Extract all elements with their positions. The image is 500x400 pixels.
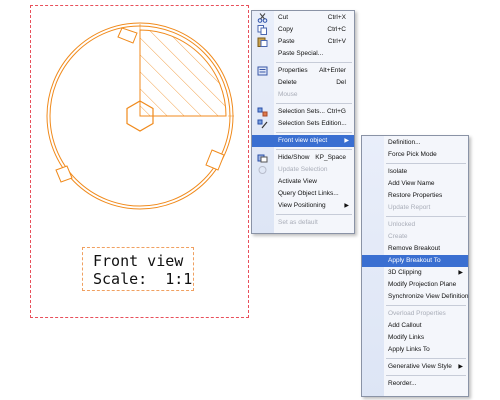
- submenu-item-apply-breakout-to[interactable]: Apply Breakout To: [362, 255, 468, 267]
- submenu-item-generative-view-style[interactable]: Generative View Style ▶: [362, 361, 468, 373]
- menu-separator: [386, 163, 466, 164]
- submenu-item-unlocked[interactable]: Unlocked: [362, 219, 468, 231]
- submenu-item-synchronize-view-definition[interactable]: Synchronize View Definition: [362, 291, 468, 303]
- submenu-item-force-pick-mode[interactable]: Force Pick Mode: [362, 149, 468, 161]
- notch-left: [55, 165, 73, 183]
- submenu-item-remove-breakout[interactable]: Remove Breakout: [362, 243, 468, 255]
- copy-icon: [257, 25, 267, 35]
- menu-item-front-view-object[interactable]: Front view object ▶: [252, 135, 354, 147]
- submenu-item-add-callout[interactable]: Add Callout: [362, 320, 468, 332]
- front-view-object-submenu: Definition... Force Pick Mode Isolate Ad…: [361, 135, 469, 397]
- hide-show-icon: [257, 154, 268, 163]
- paste-icon: [257, 37, 268, 47]
- submenu-item-3d-clipping[interactable]: 3D Clipping ▶: [362, 267, 468, 279]
- hatched-section: [139, 29, 227, 117]
- menu-item-hide-show[interactable]: Hide/Show KP_Space: [252, 152, 354, 164]
- menu-item-view-positioning[interactable]: View Positioning ▶: [252, 200, 354, 212]
- notch-top: [117, 27, 138, 44]
- menu-item-set-as-default[interactable]: Set as default: [252, 217, 354, 229]
- menu-item-mouse[interactable]: Mouse: [252, 89, 354, 101]
- selection-sets-edit-icon: [257, 119, 268, 129]
- submenu-item-isolate[interactable]: Isolate: [362, 166, 468, 178]
- update-icon: [258, 166, 267, 174]
- submenu-item-create[interactable]: Create: [362, 231, 468, 243]
- view-name-text: Front view: [93, 252, 184, 270]
- menu-separator: [386, 375, 466, 376]
- submenu-arrow-icon: ▶: [458, 270, 463, 276]
- context-menu: Cut Ctrl+X Copy Ctrl+C Paste Ctrl+V Past…: [251, 10, 355, 234]
- menu-separator: [276, 103, 352, 104]
- menu-separator: [276, 132, 352, 133]
- menu-separator: [276, 214, 352, 215]
- menu-item-selection-sets-edition[interactable]: Selection Sets Edition...: [252, 118, 354, 130]
- menu-item-query-object-links[interactable]: Query Object Links...: [252, 188, 354, 200]
- menu-item-paste[interactable]: Paste Ctrl+V: [252, 36, 354, 48]
- menu-item-activate-view[interactable]: Activate View: [252, 176, 354, 188]
- menu-item-update-selection[interactable]: Update Selection: [252, 164, 354, 176]
- menu-item-cut[interactable]: Cut Ctrl+X: [252, 12, 354, 24]
- menu-item-selection-sets[interactable]: Selection Sets... Ctrl+G: [252, 106, 354, 118]
- menu-item-delete[interactable]: Delete Del: [252, 77, 354, 89]
- properties-icon: [257, 66, 268, 76]
- submenu-arrow-icon: ▶: [344, 138, 349, 144]
- menu-separator: [276, 62, 352, 63]
- menu-separator: [386, 358, 466, 359]
- submenu-arrow-icon: ▶: [344, 203, 349, 209]
- scissors-icon: [257, 13, 268, 23]
- submenu-item-update-report[interactable]: Update Report: [362, 202, 468, 214]
- menu-item-properties[interactable]: Properties Alt+Enter: [252, 65, 354, 77]
- view-scale-text: Scale: 1:1: [93, 270, 193, 288]
- submenu-item-add-view-name[interactable]: Add View Name: [362, 178, 468, 190]
- submenu-arrow-icon: ▶: [458, 364, 463, 370]
- notch-right: [205, 149, 225, 171]
- submenu-item-modify-projection-plane[interactable]: Modify Projection Plane: [362, 279, 468, 291]
- menu-separator: [386, 305, 466, 306]
- submenu-item-overload-properties[interactable]: Overload Properties: [362, 308, 468, 320]
- submenu-item-restore-properties[interactable]: Restore Properties: [362, 190, 468, 202]
- menu-separator: [276, 149, 352, 150]
- submenu-item-modify-links[interactable]: Modify Links: [362, 332, 468, 344]
- menu-item-copy[interactable]: Copy Ctrl+C: [252, 24, 354, 36]
- view-label[interactable]: Front view Scale: 1:1: [82, 247, 194, 291]
- submenu-item-definition[interactable]: Definition...: [362, 137, 468, 149]
- submenu-item-reorder[interactable]: Reorder...: [362, 378, 468, 390]
- selection-sets-icon: [257, 107, 268, 117]
- submenu-item-apply-links-to[interactable]: Apply Links To: [362, 344, 468, 356]
- menu-item-paste-special[interactable]: Paste Special...: [252, 48, 354, 60]
- menu-separator: [386, 216, 466, 217]
